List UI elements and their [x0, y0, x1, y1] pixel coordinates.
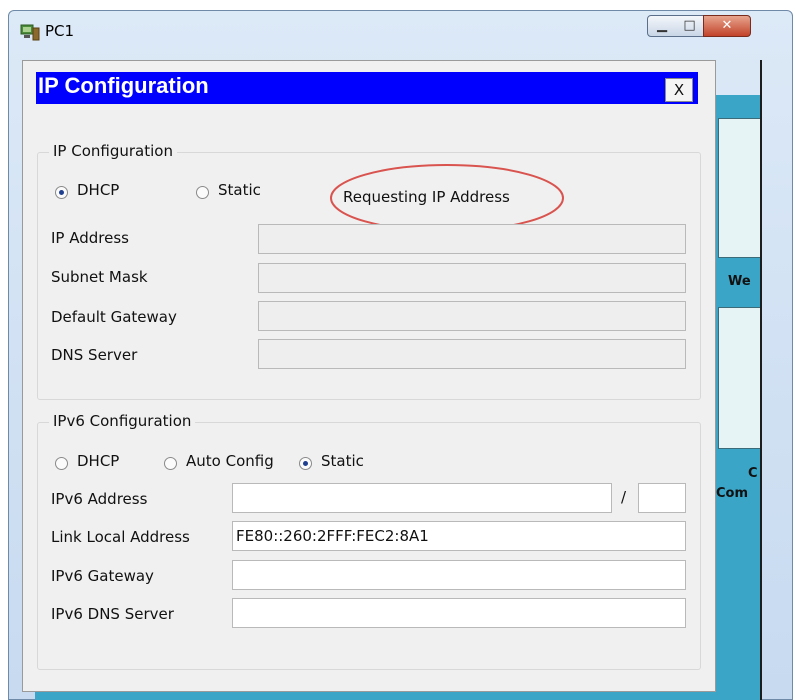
ipv4-legend: IP Configuration	[49, 142, 177, 160]
prefix-separator: /	[621, 488, 627, 506]
maximize-button[interactable]: □	[676, 15, 704, 37]
ipv6-prefix-field[interactable]	[638, 483, 686, 513]
dns-server-label: DNS Server	[51, 346, 138, 364]
ipv6-static-label: Static	[321, 452, 364, 470]
ipv6-address-label: IPv6 Address	[51, 490, 148, 508]
dns-server-field[interactable]	[258, 339, 686, 369]
ipv6-legend: IPv6 Configuration	[49, 412, 196, 430]
ip-address-label: IP Address	[51, 229, 129, 247]
link-local-address-field[interactable]: FE80::260:2FFF:FEC2:8A1	[232, 521, 686, 551]
ipv6-dhcp-label: DHCP	[77, 452, 120, 470]
default-gateway-field[interactable]	[258, 301, 686, 331]
minimize-icon: ▁	[657, 18, 667, 33]
ipv6-static-radio[interactable]	[299, 457, 312, 470]
dhcp-status-text: Requesting IP Address	[343, 188, 510, 206]
window-close-button[interactable]: ✕	[703, 15, 751, 37]
dialog-close-button[interactable]: X	[665, 78, 693, 102]
ipv6-dns-server-label: IPv6 DNS Server	[51, 605, 174, 623]
desktop-label-c: C	[748, 466, 758, 481]
ipv4-static-label: Static	[218, 181, 261, 199]
minimize-button[interactable]: ▁	[647, 15, 677, 37]
ipv4-dhcp-label: DHCP	[77, 181, 120, 199]
link-local-address-label: Link Local Address	[51, 528, 190, 546]
divider	[760, 60, 762, 700]
subnet-mask-label: Subnet Mask	[51, 268, 148, 286]
desktop-label-web: We	[728, 274, 751, 289]
maximize-icon: □	[683, 18, 696, 33]
default-gateway-label: Default Gateway	[51, 308, 177, 326]
desktop-label-com: Com	[716, 486, 749, 501]
ipv6-dhcp-radio[interactable]	[55, 457, 68, 470]
ipv6-dns-server-field[interactable]	[232, 598, 686, 628]
ipv6-address-field[interactable]	[232, 483, 612, 513]
window-titlebar[interactable]: PC1 ▁ □ ✕	[9, 11, 792, 53]
ipv4-static-radio[interactable]	[196, 186, 209, 199]
subnet-mask-field[interactable]	[258, 263, 686, 293]
close-icon: ✕	[721, 18, 733, 33]
ipv6-gateway-label: IPv6 Gateway	[51, 567, 154, 585]
ipv4-dhcp-radio[interactable]	[55, 186, 68, 199]
ipv6-gateway-field[interactable]	[232, 560, 686, 590]
desktop-card-command[interactable]	[718, 307, 762, 449]
dialog-title: IP Configuration	[38, 73, 209, 98]
desktop-card-web[interactable]	[718, 118, 762, 258]
ip-address-field[interactable]	[258, 224, 686, 254]
ipv6-auto-config-label: Auto Config	[186, 452, 274, 470]
ipv6-auto-config-radio[interactable]	[164, 457, 177, 470]
window-title: PC1	[45, 22, 75, 40]
app-icon	[20, 24, 40, 41]
